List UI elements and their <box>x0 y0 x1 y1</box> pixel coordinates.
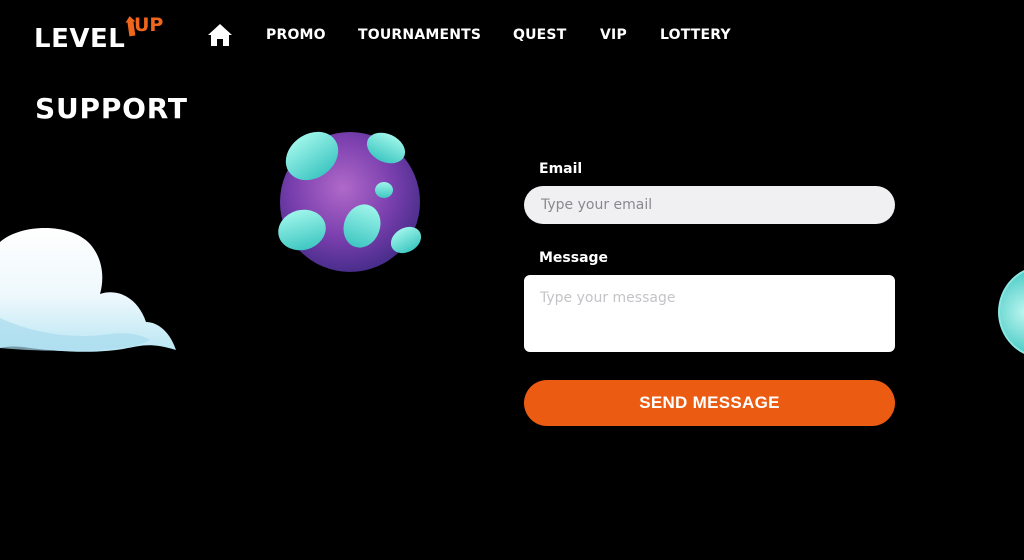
nav-tournaments[interactable]: TOURNAMENTS <box>358 27 481 43</box>
levelup-logo[interactable]: LEVEL UP <box>34 14 174 54</box>
send-message-button[interactable]: SEND MESSAGE <box>524 380 895 426</box>
page-title: SUPPORT <box>35 92 188 125</box>
nav-quest[interactable]: QUEST <box>513 27 566 43</box>
nav-lottery[interactable]: LOTTERY <box>660 27 731 43</box>
message-label: Message <box>539 250 609 266</box>
logo-accent-text: UP <box>134 14 164 36</box>
planet-illustration-partial <box>998 269 1024 355</box>
nav-vip[interactable]: VIP <box>600 27 627 43</box>
support-page: LEVEL UP PROMO TOURNAMENTS QUEST VIP LOT… <box>0 0 1024 560</box>
logo-main-text: LEVEL <box>34 24 126 54</box>
home-icon <box>208 24 232 46</box>
home-button[interactable] <box>207 23 233 47</box>
nav-promo[interactable]: PROMO <box>266 27 326 43</box>
message-field[interactable] <box>524 275 895 352</box>
email-label: Email <box>539 161 583 177</box>
planet-illustration <box>278 131 422 272</box>
cloud-illustration <box>0 228 176 352</box>
email-field[interactable] <box>524 186 895 224</box>
